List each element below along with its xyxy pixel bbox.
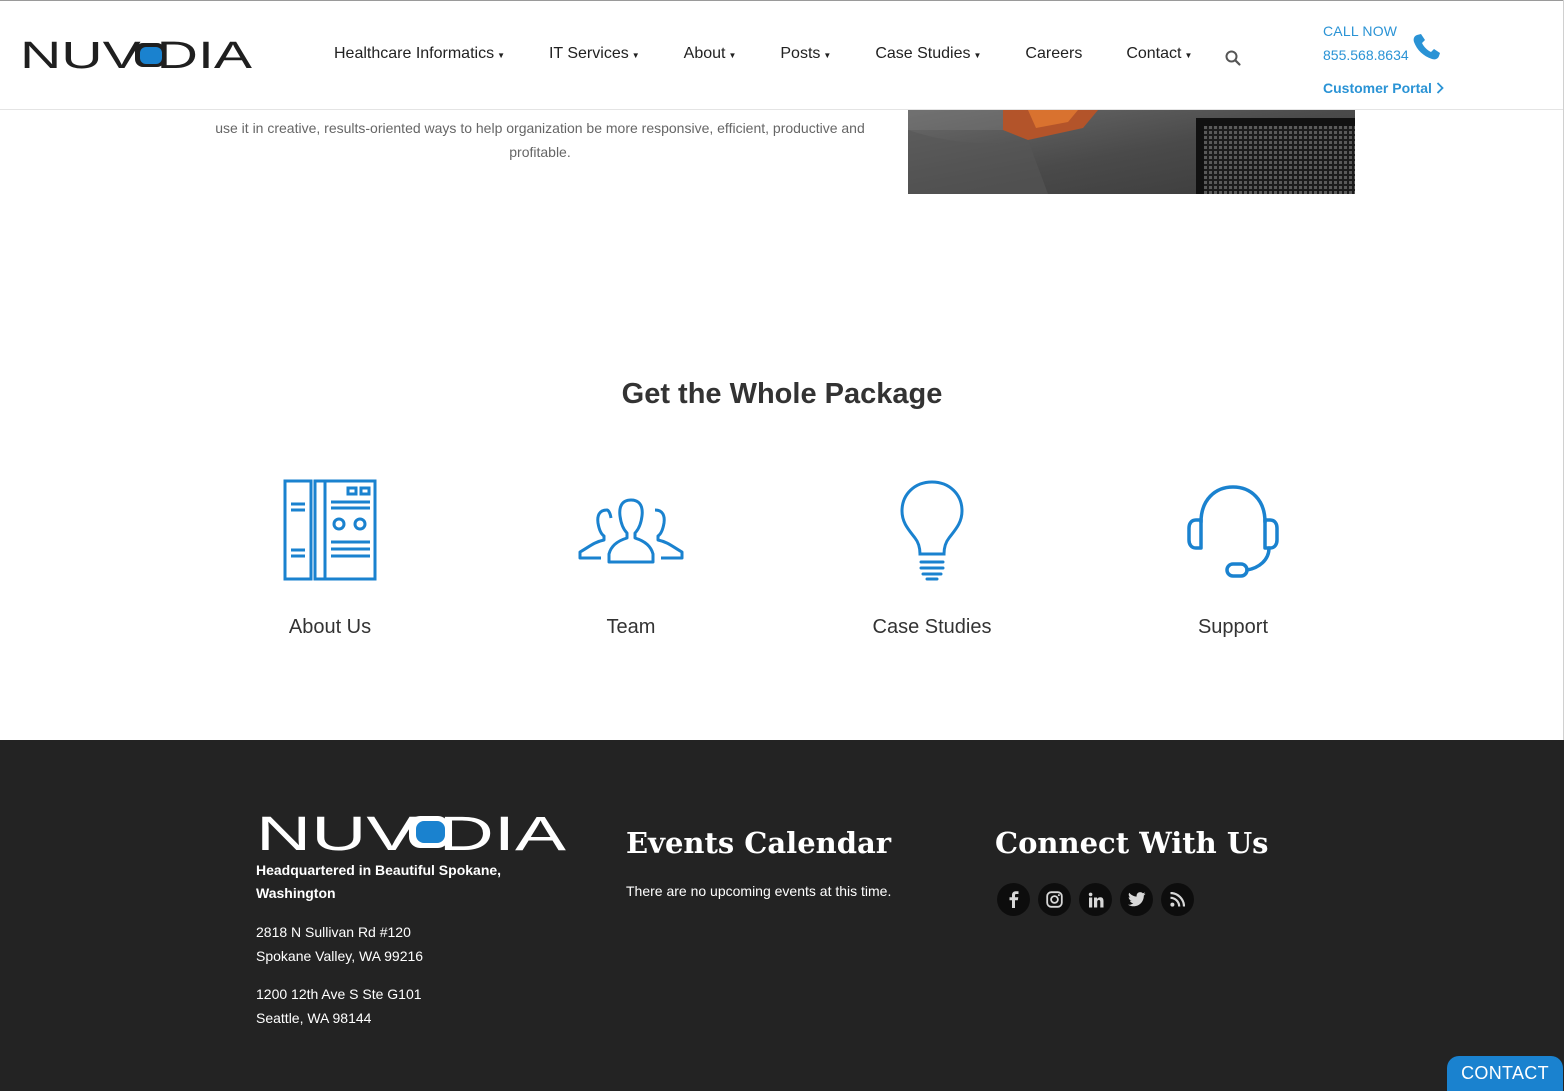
phone-number-link[interactable]: 855.568.8634 <box>1323 47 1409 63</box>
package-item-label: Team <box>606 616 656 638</box>
customer-portal-link[interactable]: Customer Portal <box>1323 80 1444 96</box>
caret-down-icon: ▼ <box>973 50 982 60</box>
nav-healthcare-informatics[interactable]: Healthcare Informatics ▼ <box>334 45 505 63</box>
linkedin-icon[interactable] <box>1079 883 1112 916</box>
nuvodia-logo[interactable]: NUV DIA <box>20 35 253 77</box>
site-footer: NUV DIA Headquartered in Beautiful Spoka… <box>0 740 1564 1091</box>
address-line: 1200 12th Ave S Ste G101 <box>256 986 422 1002</box>
package-item-support[interactable]: Support <box>1123 476 1343 639</box>
nav-posts[interactable]: Posts ▼ <box>780 45 831 63</box>
package-heading: Get the Whole Package <box>621 378 943 410</box>
caret-down-icon: ▼ <box>728 50 737 60</box>
package-item-label: Support <box>1197 616 1269 638</box>
address-seattle: 1200 12th Ave S Ste G101 Seattle, WA 981… <box>256 982 422 1030</box>
caret-down-icon: ▼ <box>1184 50 1193 60</box>
address-spokane: 2818 N Sullivan Rd #120 Spokane Valley, … <box>256 920 423 968</box>
nav-label: IT Services <box>548 45 629 62</box>
events-empty-text: There are no upcoming events at this tim… <box>626 883 892 899</box>
caret-down-icon: ▼ <box>823 50 832 60</box>
nav-label: Contact <box>1126 45 1182 62</box>
headset-icon <box>1187 485 1279 578</box>
package-item-label: Case Studies <box>872 616 992 638</box>
package-item-team[interactable]: Team <box>521 476 741 639</box>
package-item-label: About Us <box>288 616 372 638</box>
nav-it-services[interactable]: IT Services ▼ <box>549 45 640 63</box>
nav-case-studies[interactable]: Case Studies ▼ <box>875 45 981 63</box>
address-line: 2818 N Sullivan Rd #120 <box>256 924 411 940</box>
package-item-case-studies[interactable]: Case Studies <box>822 476 1042 639</box>
nav-about[interactable]: About ▼ <box>684 45 737 63</box>
events-heading: Events Calendar <box>626 826 892 860</box>
headquarters-text: Headquartered in Beautiful Spokane, Wash… <box>256 862 502 901</box>
nav-label: Careers <box>1025 45 1083 62</box>
intro-text: use it in creative, results-oriented way… <box>215 120 865 160</box>
main-nav: Healthcare Informatics ▼ IT Services ▼ Abo… <box>334 45 1236 63</box>
facebook-icon[interactable] <box>997 883 1030 916</box>
site-header: NUV DIA Healthcare Informatics ▼ IT Servi… <box>0 1 1563 110</box>
nav-label: Healthcare Informatics <box>334 45 495 62</box>
nav-label: Case Studies <box>875 45 971 62</box>
address-line: Spokane Valley, WA 99216 <box>256 948 424 964</box>
twitter-icon[interactable] <box>1120 883 1153 916</box>
search-icon[interactable] <box>1224 49 1242 67</box>
chevron-right-icon <box>1436 82 1444 94</box>
rss-icon[interactable] <box>1161 883 1194 916</box>
office-photo <box>908 110 1355 194</box>
footer-nuvodia-logo[interactable]: NUV DIA <box>256 808 566 861</box>
team-icon <box>578 498 684 564</box>
nav-label: Posts <box>780 45 821 62</box>
caret-down-icon: ▼ <box>631 50 640 60</box>
caret-down-icon: ▼ <box>497 50 505 60</box>
instagram-icon[interactable] <box>1038 883 1071 916</box>
nav-label: About <box>683 45 726 62</box>
contact-tab-button[interactable]: CONTACT <box>1447 1056 1563 1091</box>
address-line: Seattle, WA 98144 <box>256 1010 372 1026</box>
social-links <box>997 883 1202 916</box>
phone-icon[interactable] <box>1411 32 1443 62</box>
package-item-about-us[interactable]: About Us <box>220 476 440 639</box>
nav-careers[interactable]: Careers <box>1025 45 1082 63</box>
lightbulb-icon <box>900 480 964 581</box>
call-now-label: CALL NOW <box>1323 23 1398 39</box>
customer-portal-label: Customer Portal <box>1323 80 1432 96</box>
connect-heading: Connect With Us <box>995 826 1269 860</box>
binders-icon <box>283 479 377 581</box>
nav-contact[interactable]: Contact ▼ <box>1126 45 1192 63</box>
